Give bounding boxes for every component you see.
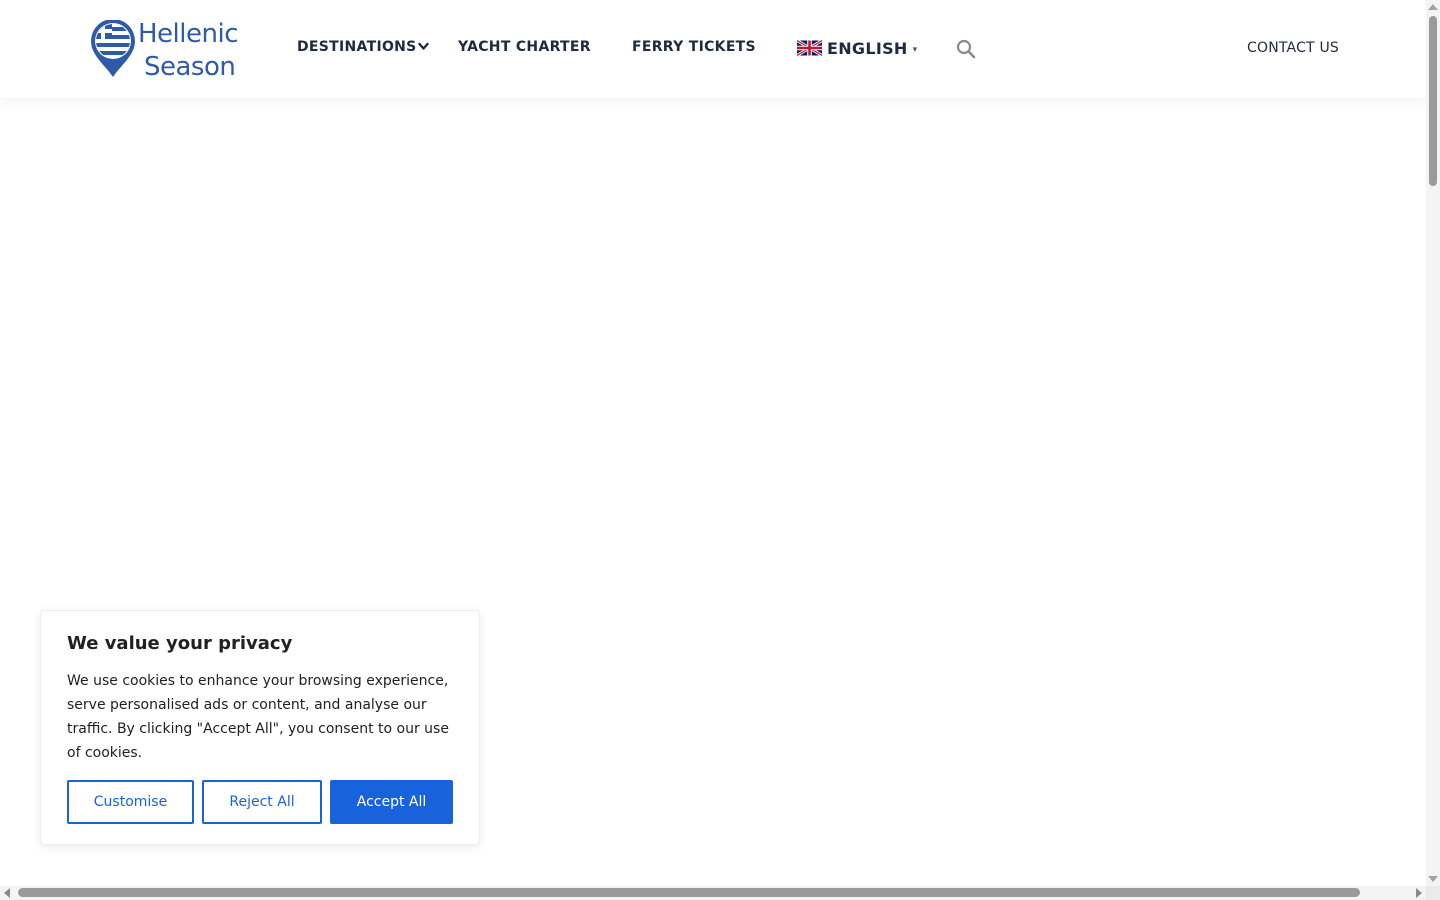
greek-flag-pin-icon — [91, 20, 135, 77]
customise-button[interactable]: Customise — [67, 780, 194, 824]
horizontal-scroll-thumb[interactable] — [18, 888, 1360, 897]
site-header: Hellenic Season DESTINATIONS YACHT CHART… — [0, 0, 1426, 98]
accept-all-button[interactable]: Accept All — [330, 780, 453, 824]
scroll-right-arrow-icon[interactable] — [1416, 888, 1422, 898]
logo-line-2: Season — [144, 52, 236, 82]
reject-all-button[interactable]: Reject All — [202, 780, 322, 824]
contact-us-link[interactable]: CONTACT US — [1247, 40, 1339, 56]
cookie-consent-banner: We value your privacy We use cookies to … — [40, 610, 480, 845]
scroll-up-arrow-icon[interactable] — [1428, 4, 1438, 10]
chevron-down-icon[interactable] — [418, 42, 429, 51]
site-logo[interactable]: Hellenic Season — [90, 18, 250, 82]
language-selector[interactable]: ENGLISH ▾ — [797, 37, 917, 59]
logo-wordmark: Hellenic Season — [138, 18, 239, 84]
vertical-scrollbar[interactable] — [1426, 0, 1440, 886]
logo-line-1: Hellenic — [138, 19, 239, 49]
horizontal-scrollbar[interactable] — [0, 886, 1426, 900]
caret-down-icon: ▾ — [912, 45, 918, 55]
scroll-left-arrow-icon[interactable] — [4, 888, 10, 898]
nav-yacht-charter[interactable]: YACHT CHARTER — [458, 39, 591, 55]
cookie-description: We use cookies to enhance your browsing … — [67, 673, 449, 761]
scrollbar-corner — [1426, 886, 1440, 900]
language-label: ENGLISH — [827, 38, 908, 58]
cookie-title: We value your privacy — [67, 633, 293, 654]
vertical-scroll-thumb[interactable] — [1429, 16, 1437, 186]
uk-flag-icon — [797, 39, 822, 57]
search-icon[interactable] — [955, 38, 977, 60]
nav-destinations[interactable]: DESTINATIONS — [297, 39, 417, 55]
nav-ferry-tickets[interactable]: FERRY TICKETS — [632, 39, 756, 55]
scroll-down-arrow-icon[interactable] — [1428, 876, 1438, 882]
